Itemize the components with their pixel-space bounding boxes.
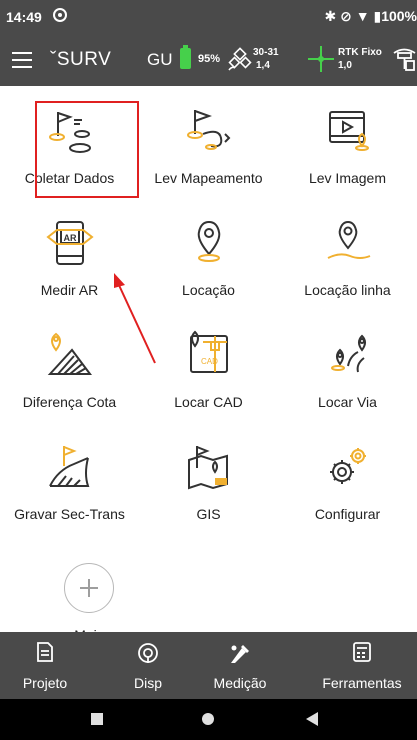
battery-icon: [180, 45, 191, 69]
tile-label: Lev Mapeamento: [154, 170, 263, 186]
tile-gis[interactable]: GIS: [139, 428, 278, 540]
calculator-icon: [353, 642, 371, 662]
road-pins-icon: [331, 334, 366, 373]
tile-lev-mapeamento[interactable]: Lev Mapeamento: [139, 92, 278, 204]
flag-path-icon: [187, 110, 231, 150]
cross-section-icon: [49, 446, 90, 487]
tile-locacao-linha[interactable]: Locação linha: [278, 204, 417, 316]
gis-map-icon: [188, 446, 228, 490]
back-icon[interactable]: [306, 712, 318, 726]
app-header: ˇSURV GU 95% 30-31 1,4 RTK Fixo 1,0: [0, 34, 417, 86]
gu-label[interactable]: GU: [147, 50, 173, 70]
tile-label: Locar CAD: [174, 394, 243, 410]
device-broadcast-icon: [138, 643, 158, 663]
status-indicators: ✱ ⊘ ▼ ▮100%: [324, 8, 417, 24]
nav-label: Medição: [213, 675, 267, 691]
status-bar: 14:49 ✱ ⊘ ▼ ▮100%: [0, 0, 417, 34]
tile-label: Locação linha: [304, 282, 391, 298]
android-system-nav: [0, 699, 417, 740]
tile-label: Lev Imagem: [308, 170, 387, 186]
elevation-diff-icon: [47, 332, 92, 375]
survey-measure-icon: [231, 645, 249, 663]
nav-ferramentas[interactable]: Ferramentas: [310, 632, 414, 699]
rtk-status: RTK Fixo: [338, 47, 382, 58]
tile-lev-imagem[interactable]: Lev Imagem: [278, 92, 417, 204]
nav-label: Projeto: [22, 675, 68, 691]
rtk-value: 1,0: [338, 60, 352, 71]
satellite-pdop: 1,4: [256, 60, 270, 71]
svg-text:CAD: CAD: [201, 357, 218, 366]
satellite-icon[interactable]: [227, 46, 253, 72]
location-line-icon: [327, 220, 371, 259]
tile-gravar-sec-trans[interactable]: Gravar Sec-Trans: [0, 428, 139, 540]
bottom-navigation: Projeto Disp Medição Ferramentas: [0, 632, 417, 699]
status-time: 14:49: [6, 9, 42, 25]
location-pin-icon: [197, 220, 221, 262]
nav-label: Ferramentas: [322, 675, 402, 691]
tile-label: Diferença Cota: [22, 394, 117, 410]
nav-disp[interactable]: Disp: [120, 632, 176, 699]
add-shortcut-button[interactable]: [64, 563, 114, 613]
hamburger-menu-icon[interactable]: [12, 52, 32, 68]
gears-icon: [330, 448, 366, 484]
nav-projeto[interactable]: Projeto: [0, 632, 90, 699]
cad-map-icon: CAD: [190, 330, 228, 373]
notification-icon: [53, 8, 67, 22]
red-arrow-annotation: [114, 273, 156, 364]
tile-label: Locar Via: [318, 394, 377, 410]
ar-phone-icon: AR: [46, 221, 94, 265]
feature-grid: Coletar Dados Lev Mapeamento Lev Imagem …: [0, 86, 417, 632]
receiver-icon[interactable]: [392, 47, 417, 71]
highlight-box: [35, 101, 139, 198]
tile-label: Configurar: [314, 506, 381, 522]
rtk-crosshair-icon[interactable]: [308, 44, 334, 74]
tile-label: GIS: [196, 506, 221, 522]
home-icon[interactable]: [202, 713, 214, 725]
tile-locar-via[interactable]: Locar Via: [278, 316, 417, 428]
tile-label: Gravar Sec-Trans: [14, 506, 125, 522]
nav-label: Disp: [133, 675, 162, 691]
video-pin-icon: [329, 111, 369, 151]
project-document-icon: [37, 642, 53, 662]
svg-text:AR: AR: [64, 233, 77, 243]
tile-configurar[interactable]: Configurar: [278, 428, 417, 540]
satellite-count: 30-31: [253, 47, 279, 58]
app-title: ˇSURV: [50, 49, 112, 70]
battery-percent: 95%: [198, 53, 221, 65]
nav-medicao[interactable]: Medição: [200, 632, 280, 699]
recent-apps-icon[interactable]: [91, 713, 103, 725]
